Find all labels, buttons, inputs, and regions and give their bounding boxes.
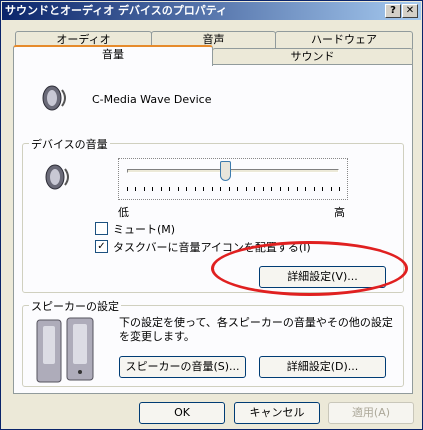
device-volume-label: デバイスの音量 <box>29 136 110 152</box>
tab-volume[interactable]: 音量 <box>13 45 213 66</box>
cancel-button[interactable]: キャンセル <box>234 402 320 424</box>
slider-tick <box>279 187 281 191</box>
slider-tick <box>305 187 307 191</box>
slider-tick <box>330 187 332 191</box>
slider-high-label: 高 <box>334 206 345 219</box>
volume-speaker-icon <box>45 164 69 190</box>
close-button[interactable]: ✕ <box>402 4 418 18</box>
ok-button[interactable]: OK <box>139 402 225 424</box>
speaker-settings-description: 下の設定を使って、各スピーカーの音量やその他の設定を変更します。 <box>119 316 393 343</box>
slider-tick <box>211 187 213 191</box>
slider-tick <box>127 187 128 191</box>
slider-tick <box>262 187 264 191</box>
tab-hardware-label: ハードウェア <box>311 33 377 46</box>
slider-track <box>127 169 339 173</box>
help-button[interactable]: ? <box>385 4 401 18</box>
slider-tick <box>296 187 298 191</box>
mute-checkbox[interactable] <box>95 222 108 235</box>
speaker-icon <box>42 85 66 111</box>
slider-tick <box>313 187 315 191</box>
desktop-speakers-icon <box>36 317 94 383</box>
slider-tick <box>254 187 256 191</box>
slider-tick <box>228 187 230 191</box>
mute-label: ミュート(M) <box>113 223 176 236</box>
slider-tick <box>194 187 196 191</box>
volume-slider[interactable] <box>118 158 348 200</box>
slider-tick <box>135 187 137 191</box>
check-mark: ✓ <box>97 241 106 252</box>
slider-tick <box>322 187 324 191</box>
annotation-ellipse <box>211 241 408 296</box>
slider-tick <box>177 187 179 191</box>
slider-tick <box>186 187 188 191</box>
slider-thumb[interactable] <box>219 161 231 181</box>
slider-tick <box>203 187 205 191</box>
device-name: C-Media Wave Device <box>92 93 212 106</box>
window-title: サウンドとオーディオ デバイスのプロパティ <box>5 4 228 17</box>
tab-panel-volume: C-Media Wave Device デバイスの音量 低 高 ミュート(M) <box>13 64 413 394</box>
taskbar-icon-checkbox[interactable]: ✓ <box>95 240 108 253</box>
slider-low-label: 低 <box>118 206 129 219</box>
speaker-settings-group: スピーカーの設定 下の設定を使って、各スピーカーの音量やその他の設定を変更します… <box>22 298 404 387</box>
advanced-speaker-button[interactable]: 詳細設定(D)... <box>259 356 386 378</box>
slider-tick <box>143 187 145 191</box>
slider-tick <box>152 187 154 191</box>
slider-tick <box>220 187 222 191</box>
speaker-settings-label: スピーカーの設定 <box>29 298 121 314</box>
properties-window: サウンドとオーディオ デバイスのプロパティ ? ✕ オーディオ 音声 ハードウェ… <box>0 0 423 430</box>
slider-tick <box>237 187 239 191</box>
slider-tick <box>160 187 162 191</box>
apply-button[interactable]: 適用(A) <box>328 402 414 424</box>
tab-sounds-label: サウンド <box>290 50 335 63</box>
tab-hardware[interactable]: ハードウェア <box>275 31 413 49</box>
speaker-volume-button[interactable]: スピーカーの音量(S)... <box>119 356 246 378</box>
title-bar: サウンドとオーディオ デバイスのプロパティ ? ✕ <box>2 2 421 20</box>
slider-tick <box>169 187 171 191</box>
slider-tick <box>288 187 290 191</box>
tab-volume-label: 音量 <box>102 48 124 61</box>
slider-tick <box>339 187 340 191</box>
slider-tick <box>271 187 273 191</box>
slider-tick <box>245 187 247 191</box>
